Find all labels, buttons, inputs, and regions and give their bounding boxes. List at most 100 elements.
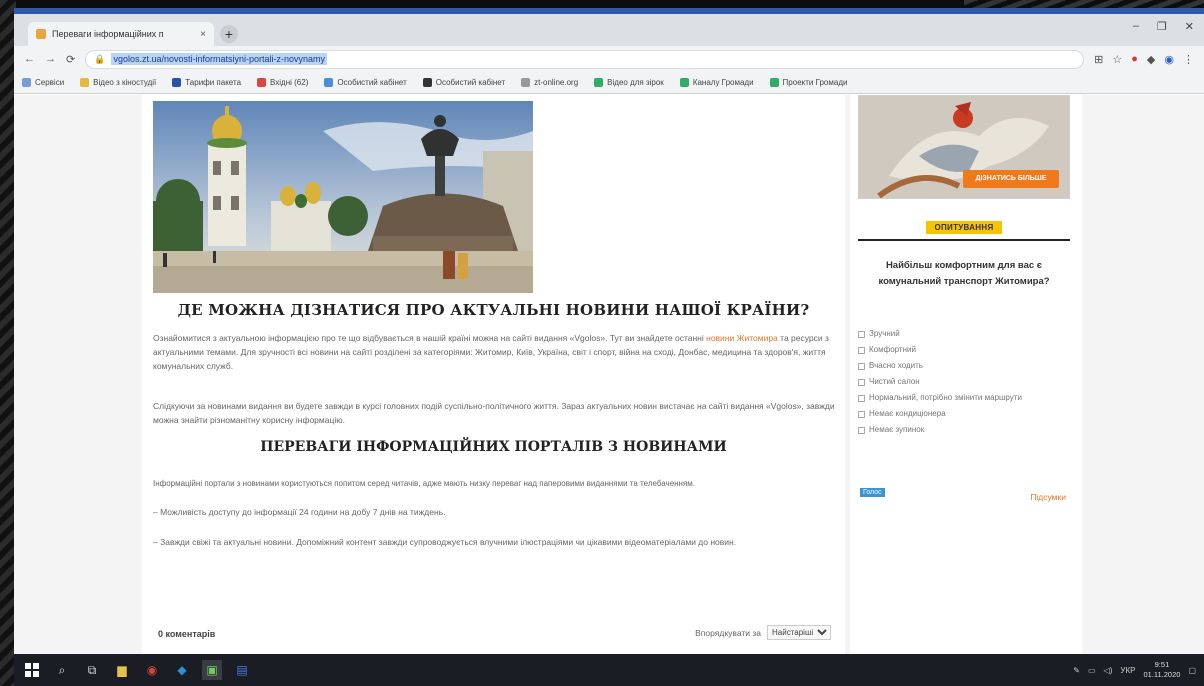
- close-window-icon[interactable]: ✕: [1185, 20, 1194, 33]
- article-paragraph-1: Ознайомитися з актуальною інформацією пр…: [153, 333, 829, 371]
- checkbox-icon[interactable]: [858, 395, 865, 402]
- bookmark-item[interactable]: Сервіси: [22, 78, 64, 87]
- extension-dark-icon[interactable]: ◆: [1147, 53, 1155, 66]
- checkbox-icon[interactable]: [858, 427, 865, 434]
- poll-option[interactable]: Комфортний: [858, 345, 1070, 355]
- bookmark-icon: [769, 78, 779, 87]
- bookmark-item[interactable]: Особистий кабінет: [422, 78, 505, 87]
- bookmark-icon: [422, 78, 432, 87]
- checkbox-icon[interactable]: [858, 363, 865, 370]
- forward-icon[interactable]: →: [45, 53, 56, 65]
- sofia-cathedral-khmelnytsky-monument-photo: [153, 101, 533, 293]
- news-zhytomyr-link[interactable]: новини Житомира: [706, 333, 778, 343]
- article-heading-1: ДЕ МОЖНА ДІЗНАТИСЯ ПРО АКТУАЛЬНІ НОВИНИ …: [177, 301, 810, 319]
- poll-title: ОПИТУВАННЯ: [926, 221, 1002, 234]
- vote-button[interactable]: Голос: [860, 488, 885, 497]
- back-icon[interactable]: ←: [24, 53, 35, 65]
- browser-tab[interactable]: Переваги інформаційних п ×: [28, 22, 214, 46]
- window-controls: – ❐ ✕: [1133, 20, 1194, 33]
- system-tray: ✎ ▭ ◁) УКР 9:51 01.11.2020 ▢: [1073, 660, 1196, 680]
- bookmark-item[interactable]: Тарифи пакета: [172, 78, 241, 87]
- poll-question: Найбільш комфортним для вас є комунальни…: [878, 260, 1050, 287]
- new-tab-button[interactable]: +: [220, 25, 238, 43]
- article-heading-2: ПЕРЕВАГИ ІНФОРМАЦІЙНИХ ПОРТАЛІВ З НОВИНА…: [260, 439, 727, 455]
- bookmark-icon: [172, 78, 182, 87]
- bookmark-item[interactable]: Відео для зірок: [594, 78, 664, 87]
- poll-option[interactable]: Чистий салон: [858, 377, 1070, 387]
- browser-toolbar: ← → ⟳ 🔒 vgolos.zt.ua/novosti-informatsiy…: [14, 46, 1204, 72]
- screen: Переваги інформаційних п × + – ❐ ✕ ← → ⟳…: [14, 8, 1204, 654]
- apps-icon: [22, 78, 31, 87]
- bookmark-star-icon[interactable]: ☆: [1112, 53, 1122, 66]
- extensions: ⊞ ☆ ● ◆ ◉ ⋮: [1094, 53, 1194, 66]
- search-icon[interactable]: ⌕: [52, 660, 72, 680]
- windows-taskbar: ⌕ ⧉ ▆ ◉ ◆ ▣ ▤ ✎ ▭ ◁) УКР 9:51 01.11.2020…: [14, 654, 1204, 686]
- notifications-icon[interactable]: ▢: [1188, 666, 1196, 675]
- checkbox-icon[interactable]: [858, 331, 865, 338]
- sort-select[interactable]: Найстаріші: [767, 625, 831, 640]
- file-explorer-icon[interactable]: ▆: [112, 660, 132, 680]
- favicon-icon: [36, 29, 46, 39]
- tab-title: Переваги інформаційних п: [52, 29, 164, 39]
- browser-tabstrip: Переваги інформаційних п × + – ❐ ✕: [14, 8, 1204, 46]
- reload-icon[interactable]: ⟳: [66, 53, 75, 66]
- bookmark-icon: [594, 78, 604, 87]
- ad-banner[interactable]: ДІЗНАТИСЬ БІЛЬШЕ: [858, 95, 1070, 199]
- poll-header: ОПИТУВАННЯ: [858, 217, 1070, 241]
- article-paragraph-2: Слідкуючи за новинами видання ви будете …: [153, 401, 835, 425]
- sidebar: ДІЗНАТИСЬ БІЛЬШЕ ОПИТУВАННЯ Найбільш ком…: [850, 95, 1082, 654]
- clock[interactable]: 9:51 01.11.2020: [1143, 660, 1180, 680]
- article-paragraph-3: Інформаційні портали з новинами користую…: [153, 479, 696, 488]
- checkbox-icon[interactable]: [858, 379, 865, 386]
- app-icon[interactable]: ◆: [172, 660, 192, 680]
- bookmark-item[interactable]: Особистий кабінет: [324, 78, 407, 87]
- profile-avatar-icon[interactable]: ◉: [1164, 53, 1174, 66]
- poll-option[interactable]: Нормальний, потрібно змінити маршрути: [858, 393, 1070, 403]
- translate-icon[interactable]: ⊞: [1094, 53, 1103, 66]
- language-indicator[interactable]: УКР: [1120, 666, 1135, 675]
- person-icon[interactable]: ✎: [1073, 666, 1080, 675]
- tab-close-icon[interactable]: ×: [200, 29, 206, 40]
- poll-option[interactable]: Зручний: [858, 329, 1070, 339]
- bookmark-item[interactable]: Відео з кіностудії: [80, 78, 156, 87]
- extension-red-icon[interactable]: ●: [1131, 53, 1138, 66]
- network-icon[interactable]: ▭: [1088, 666, 1096, 675]
- windows-start-icon[interactable]: [22, 660, 42, 680]
- minimize-icon[interactable]: –: [1133, 20, 1139, 33]
- url-text: vgolos.zt.ua/novosti-informatsiyni-porta…: [111, 53, 328, 65]
- menu-dots-icon[interactable]: ⋮: [1183, 53, 1194, 66]
- bookmark-icon: [80, 78, 90, 87]
- word-icon[interactable]: ▤: [232, 660, 252, 680]
- chrome-icon[interactable]: ◉: [142, 660, 162, 680]
- web-page: ДЕ МОЖНА ДІЗНАТИСЯ ПРО АКТУАЛЬНІ НОВИНИ …: [14, 95, 1204, 654]
- article-paragraph-5: – Завжди свіжі та актуальні новини. Допо…: [153, 537, 737, 547]
- hero-image-kyiv-square: [153, 101, 533, 293]
- results-link[interactable]: Підсумки: [1030, 492, 1066, 502]
- learn-more-button[interactable]: ДІЗНАТИСЬ БІЛЬШЕ: [963, 170, 1059, 188]
- bookmark-item[interactable]: Каналу Громади: [679, 78, 754, 87]
- volume-icon[interactable]: ◁): [1104, 666, 1113, 675]
- poll-option[interactable]: Немає зупинок: [858, 425, 1070, 435]
- bookmark-icon: [679, 78, 689, 87]
- checkbox-icon[interactable]: [858, 411, 865, 418]
- checkbox-icon[interactable]: [858, 347, 865, 354]
- comments-count: 0 коментарів: [158, 629, 216, 639]
- lock-icon: 🔒: [94, 53, 106, 64]
- poll-options: Зручний Комфортний Вчасно ходить Чистий …: [858, 329, 1070, 441]
- address-bar[interactable]: 🔒 vgolos.zt.ua/novosti-informatsiyni-por…: [85, 49, 1085, 69]
- maximize-icon[interactable]: ❐: [1157, 20, 1167, 33]
- bookmark-item[interactable]: zt-online.org: [521, 78, 578, 87]
- gmail-icon: [257, 78, 267, 87]
- windows-logo-icon: [25, 663, 39, 677]
- bookmark-item[interactable]: Проекти Громади: [769, 78, 847, 87]
- bookmark-icon: [324, 78, 334, 87]
- bookmarks-bar: Сервіси Відео з кіностудії Тарифи пакета…: [14, 72, 1204, 94]
- poll-option[interactable]: Немає кондиціонера: [858, 409, 1070, 419]
- task-view-icon[interactable]: ⧉: [82, 660, 102, 680]
- bookmark-item[interactable]: Вхідні (62): [257, 78, 308, 87]
- sort-label: Впорядкувати за: [695, 627, 761, 638]
- poll-option[interactable]: Вчасно ходить: [858, 361, 1070, 371]
- comments-sort: Впорядкувати за Найстаріші: [695, 625, 831, 640]
- article-paragraph-4: – Можливість доступу до інформації 24 го…: [153, 507, 446, 517]
- active-app-icon[interactable]: ▣: [202, 660, 222, 680]
